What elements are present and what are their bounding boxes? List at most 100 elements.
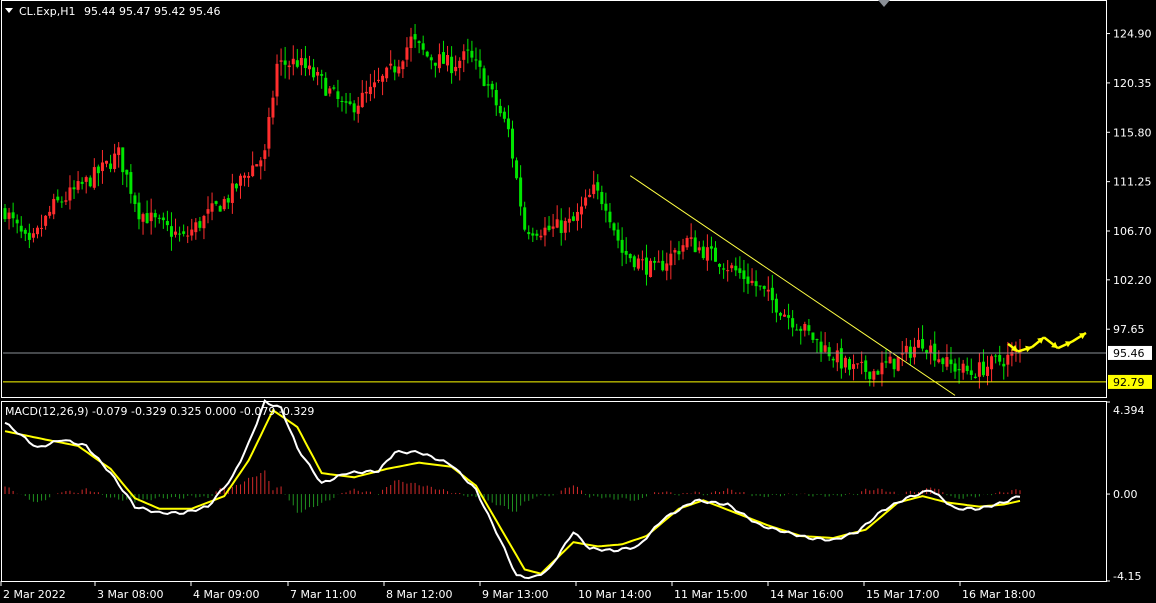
candle-body <box>640 259 644 261</box>
candle-body <box>734 265 738 271</box>
candle-body <box>433 62 437 66</box>
candle-body <box>673 250 677 253</box>
candle-body <box>275 63 279 97</box>
candle-body <box>912 346 916 358</box>
candle-body <box>547 225 551 231</box>
candle-body <box>328 88 332 94</box>
candle-body <box>356 105 360 114</box>
candle-body <box>11 212 15 219</box>
candle-body <box>31 233 35 238</box>
candle-body <box>746 276 750 284</box>
candle-body <box>600 191 604 205</box>
candle-body <box>994 355 998 357</box>
candle-body <box>831 358 835 361</box>
candle-body <box>921 338 925 349</box>
candle-body <box>701 246 705 259</box>
candle-body <box>105 160 108 164</box>
candle-body <box>109 163 113 169</box>
candle-body <box>892 358 896 370</box>
price-tick-label: 120.35 <box>1113 77 1152 90</box>
current-price-label: 95.46 <box>1113 347 1145 360</box>
time-tick-label: 14 Mar 16:00 <box>770 588 843 601</box>
candle-body <box>44 215 48 226</box>
candle-body <box>23 229 27 234</box>
candle-body <box>632 256 636 268</box>
candle-body <box>502 111 506 119</box>
candle-body <box>3 208 7 220</box>
candle-body <box>815 339 819 341</box>
symbol-title: CL.Exp,H1 <box>19 5 76 18</box>
candle-body <box>535 233 539 236</box>
candle-body <box>405 47 409 60</box>
candle-body <box>198 221 202 228</box>
candle-body <box>417 41 421 43</box>
candle-body <box>84 177 88 182</box>
candle-body <box>474 59 478 61</box>
candle-body <box>791 318 795 328</box>
candle-body <box>490 83 494 90</box>
candle-body <box>730 265 734 269</box>
candle-body <box>324 77 328 96</box>
candle-body <box>839 348 843 369</box>
candle-body <box>872 371 876 380</box>
candle-body <box>990 356 994 370</box>
candle-body <box>393 66 397 73</box>
candle-body <box>35 227 39 235</box>
candle-body <box>336 91 340 99</box>
candle-body <box>807 325 811 331</box>
candle-body <box>770 287 774 301</box>
candle-body <box>129 172 133 194</box>
candle-body <box>48 211 52 216</box>
candle-body <box>795 329 799 331</box>
candle-body <box>539 235 543 238</box>
candle-body <box>580 206 584 215</box>
candle-body <box>620 239 624 253</box>
candle-body <box>685 237 689 248</box>
candle-body <box>267 117 271 149</box>
candle-body <box>259 160 263 167</box>
candle-body <box>584 197 588 206</box>
price-tick-label: 124.90 <box>1113 28 1152 41</box>
candle-body <box>567 218 571 223</box>
candle-body <box>145 213 149 224</box>
candle-body <box>27 232 31 240</box>
candle-body <box>949 359 953 365</box>
candle-body <box>908 346 912 358</box>
candle-body <box>575 211 579 221</box>
candle-body <box>884 361 888 363</box>
candle-body <box>608 211 612 223</box>
candle-body <box>523 207 527 230</box>
chart-window[interactable]: 124.90 120.35 115.80 111.25 106.70 102.20 97.6… <box>0 0 1156 603</box>
candle-body <box>961 363 965 373</box>
symbol-header[interactable]: CL.Exp,H1 95.44 95.47 95.42 95.46 <box>5 5 220 18</box>
candle-body <box>527 232 531 235</box>
candle-body <box>206 209 210 214</box>
candle-body <box>466 49 470 51</box>
candle-body <box>787 315 791 318</box>
candle-body <box>247 175 251 178</box>
candle-body <box>811 332 815 340</box>
candle-body <box>352 103 356 113</box>
candle-body <box>977 362 981 377</box>
candle-body <box>161 217 165 221</box>
candle-body <box>364 91 368 94</box>
time-tick-label: 9 Mar 13:00 <box>482 588 548 601</box>
candle-body <box>72 187 76 190</box>
candle-body <box>295 60 299 67</box>
candle-body <box>52 198 56 215</box>
candle-body <box>519 177 523 207</box>
macd-title: MACD(12,26,9) -0.079 -0.329 0.325 0.000 … <box>5 405 314 418</box>
candle-body <box>543 227 547 236</box>
candle-body <box>165 221 169 226</box>
candle-body <box>470 50 474 58</box>
macd-tick-label: 0.00 <box>1113 488 1138 501</box>
candle-body <box>612 223 616 231</box>
candle-body <box>234 183 238 189</box>
time-tick-label: 10 Mar 14:00 <box>578 588 651 601</box>
candle-body <box>344 101 348 103</box>
candle-body <box>571 216 575 221</box>
time-tick-label: 8 Mar 12:00 <box>386 588 452 601</box>
candle-body <box>100 162 104 172</box>
candle-body <box>409 36 413 49</box>
candle-body <box>657 261 661 263</box>
